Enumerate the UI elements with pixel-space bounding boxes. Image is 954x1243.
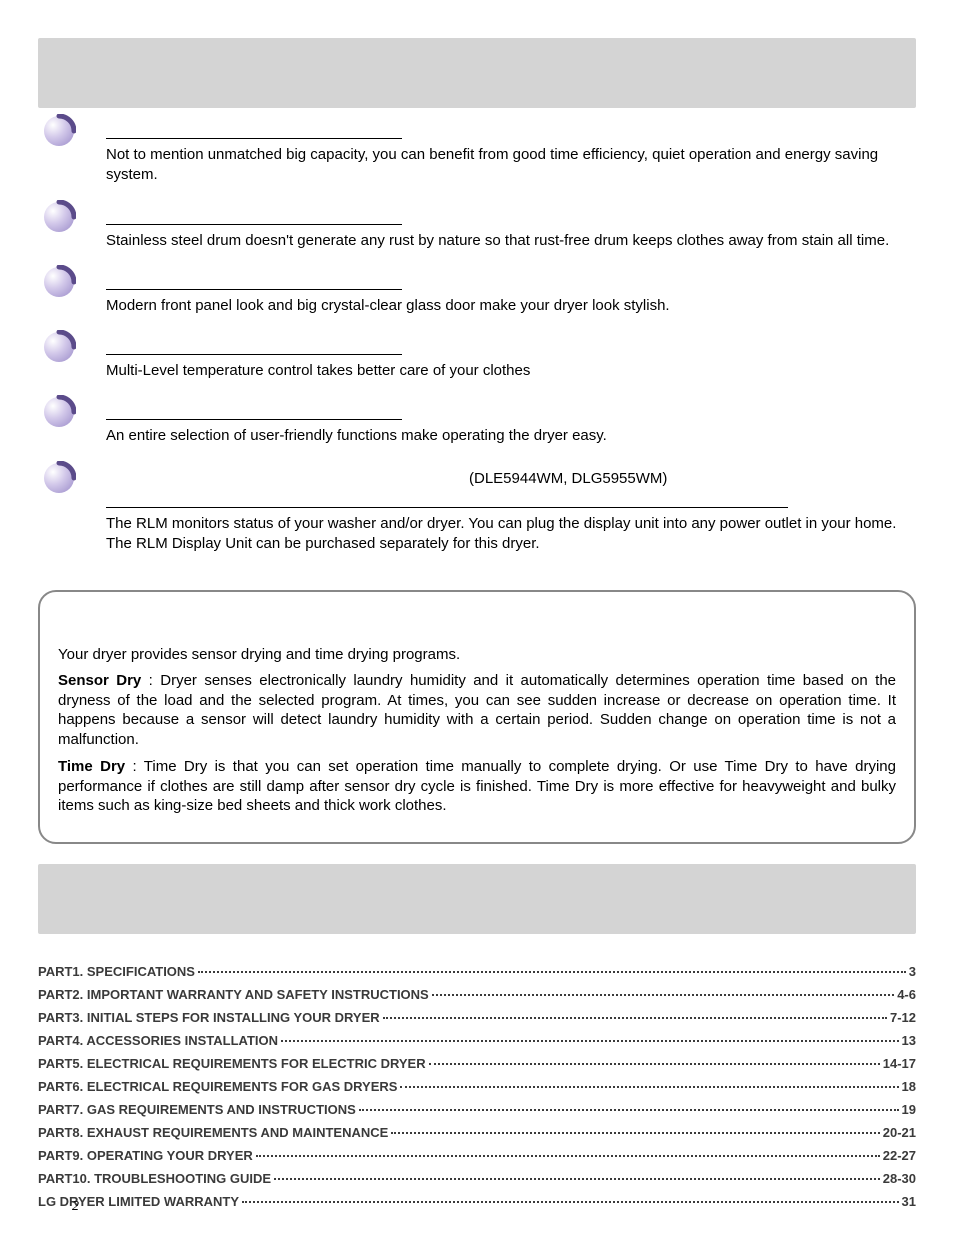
toc-label: PART6. ELECTRICAL REQUIREMENTS FOR GAS D… [38, 1079, 397, 1094]
bullet-icon [42, 395, 76, 429]
feature-body: An entire selection of user-friendly fun… [106, 426, 916, 446]
feature-row: Stainless steel drum doesn't generate an… [106, 200, 916, 265]
feature-title-underline [106, 491, 788, 508]
feature-body: Not to mention unmatched big capacity, y… [106, 145, 916, 186]
toc-page: 13 [902, 1033, 916, 1048]
feature-row: Modern front panel look and big crystal-… [106, 265, 916, 330]
toc-row: PART7. GAS REQUIREMENTS AND INSTRUCTIONS… [38, 1102, 916, 1117]
bullet-icon [42, 200, 76, 234]
bullet-icon [42, 330, 76, 364]
toc-leader-dots [256, 1155, 880, 1157]
toc-label: PART1. SPECIFICATIONS [38, 964, 195, 979]
toc-page: 4-6 [897, 987, 916, 1002]
feature-row: Multi-Level temperature control takes be… [106, 330, 916, 395]
feature-title-underline [106, 122, 402, 139]
toc-label: PART9. OPERATING YOUR DRYER [38, 1148, 253, 1163]
toc-page: 19 [902, 1102, 916, 1117]
drying-sensor-para: Sensor Dry : Dryer senses electronically… [58, 671, 896, 749]
feature-title-underline [106, 208, 402, 225]
toc-leader-dots [281, 1040, 899, 1042]
toc-row: PART8. EXHAUST REQUIREMENTS AND MAINTENA… [38, 1125, 916, 1140]
toc-page: 7-12 [890, 1010, 916, 1025]
toc-label: PART5. ELECTRICAL REQUIREMENTS FOR ELECT… [38, 1056, 426, 1071]
bullet-icon [42, 461, 76, 495]
feature-right-note: (DLE5944WM, DLG5955WM) [469, 469, 916, 489]
time-dry-lead: Time Dry [58, 758, 125, 775]
features-section-bar [38, 38, 916, 108]
bullet-icon [42, 265, 76, 299]
feature-body: Multi-Level temperature control takes be… [106, 361, 916, 381]
toc-row: PART9. OPERATING YOUR DRYER 22-27 [38, 1148, 916, 1163]
toc-leader-dots [429, 1063, 880, 1065]
toc-page: 20-21 [883, 1125, 916, 1140]
toc-leader-dots [400, 1086, 898, 1088]
feature-row: An entire selection of user-friendly fun… [106, 395, 916, 460]
toc-leader-dots [383, 1017, 887, 1019]
toc-label: PART7. GAS REQUIREMENTS AND INSTRUCTIONS [38, 1102, 356, 1117]
toc-label: PART3. INITIAL STEPS FOR INSTALLING YOUR… [38, 1010, 380, 1025]
feature-row: Not to mention unmatched big capacity, y… [106, 114, 916, 200]
toc-row: PART2. IMPORTANT WARRANTY AND SAFETY INS… [38, 987, 916, 1002]
features-list: Not to mention unmatched big capacity, y… [38, 114, 916, 572]
toc-page: 18 [902, 1079, 916, 1094]
toc-leader-dots [198, 971, 906, 973]
toc-label: PART2. IMPORTANT WARRANTY AND SAFETY INS… [38, 987, 429, 1002]
toc-row: PART6. ELECTRICAL REQUIREMENTS FOR GAS D… [38, 1079, 916, 1094]
toc-leader-dots [432, 994, 894, 996]
toc-row: PART3. INITIAL STEPS FOR INSTALLING YOUR… [38, 1010, 916, 1025]
toc-page: 14-17 [883, 1056, 916, 1071]
toc-label: PART8. EXHAUST REQUIREMENTS AND MAINTENA… [38, 1125, 388, 1140]
toc-row: PART4. ACCESSORIES INSTALLATION 13 [38, 1033, 916, 1048]
feature-body: Modern front panel look and big crystal-… [106, 296, 916, 316]
toc-page: 3 [909, 964, 916, 979]
toc-label: LG DRYER LIMITED WARRANTY [38, 1194, 239, 1209]
drying-time-para: Time Dry : Time Dry is that you can set … [58, 757, 896, 816]
toc-row: PART5. ELECTRICAL REQUIREMENTS FOR ELECT… [38, 1056, 916, 1071]
toc-leader-dots [359, 1109, 899, 1111]
toc-leader-dots [242, 1201, 899, 1203]
toc-row: PART1. SPECIFICATIONS 3 [38, 964, 916, 979]
table-of-contents: PART1. SPECIFICATIONS 3 PART2. IMPORTANT W… [38, 964, 916, 1209]
sensor-dry-body: : Dryer senses electronically laundry hu… [58, 672, 896, 748]
toc-section-bar [38, 864, 916, 934]
feature-body: The RLM monitors status of your washer a… [106, 514, 916, 555]
feature-title-underline [106, 273, 402, 290]
toc-row: PART10. TROUBLESHOOTING GUIDE 28-30 [38, 1171, 916, 1186]
page-number: 2 [72, 1199, 79, 1215]
toc-leader-dots [391, 1132, 879, 1134]
drying-intro: Your dryer provides sensor drying and ti… [58, 646, 896, 663]
feature-body: Stainless steel drum doesn't generate an… [106, 231, 916, 251]
feature-row: (DLE5944WM, DLG5955WM) The RLM monitors s… [106, 461, 916, 569]
toc-page: 22-27 [883, 1148, 916, 1163]
toc-page: 28-30 [883, 1171, 916, 1186]
toc-label: PART10. TROUBLESHOOTING GUIDE [38, 1171, 271, 1186]
drying-programs-box: Your dryer provides sensor drying and ti… [38, 590, 916, 844]
toc-leader-dots [274, 1178, 880, 1180]
time-dry-body: : Time Dry is that you can set operation… [58, 758, 896, 814]
feature-title-underline [106, 403, 402, 420]
sensor-dry-lead: Sensor Dry [58, 672, 141, 689]
feature-title-underline [106, 338, 402, 355]
toc-label: PART4. ACCESSORIES INSTALLATION [38, 1033, 278, 1048]
toc-page: 31 [902, 1194, 916, 1209]
bullet-icon [42, 114, 76, 148]
toc-row: LG DRYER LIMITED WARRANTY 31 [38, 1194, 916, 1209]
